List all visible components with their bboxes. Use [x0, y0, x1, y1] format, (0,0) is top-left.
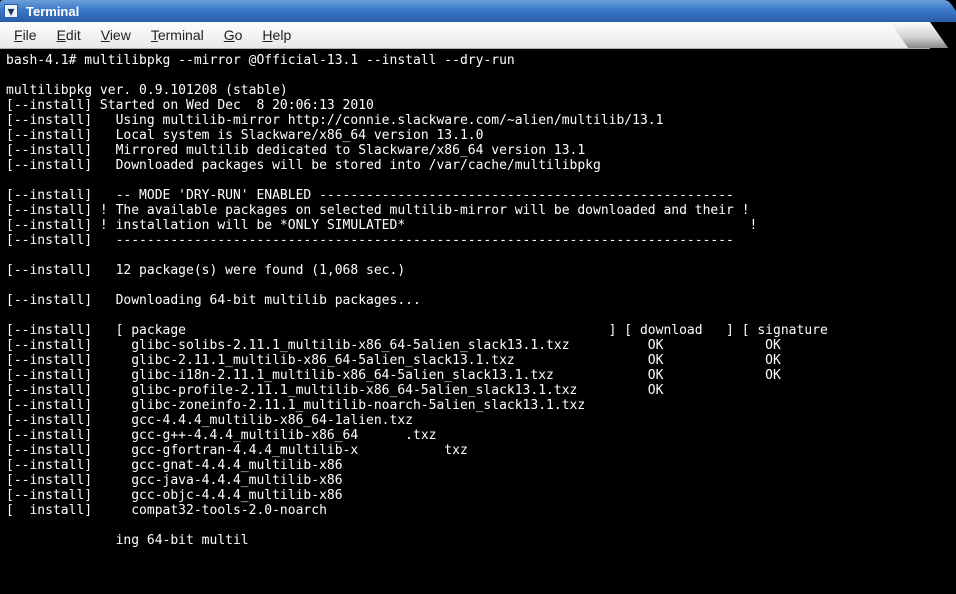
menu-terminal[interactable]: Terminal	[143, 24, 212, 46]
menu-file[interactable]: File	[6, 24, 45, 46]
menu-bar: File Edit View Terminal Go Help	[0, 22, 930, 49]
menu-view[interactable]: View	[93, 24, 139, 46]
window-title: Terminal	[26, 4, 79, 19]
terminal-output[interactable]: bash-4.1# multilibpkg --mirror @Official…	[0, 49, 930, 554]
terminal-window: ▾ Terminal File Edit View Terminal Go He…	[0, 0, 930, 554]
titlebar-decoration	[908, 0, 956, 22]
menu-go[interactable]: Go	[216, 24, 251, 46]
menu-help[interactable]: Help	[254, 24, 299, 46]
window-titlebar[interactable]: ▾ Terminal	[0, 0, 930, 22]
window-menu-button[interactable]: ▾	[4, 4, 18, 18]
menu-edit[interactable]: Edit	[49, 24, 89, 46]
